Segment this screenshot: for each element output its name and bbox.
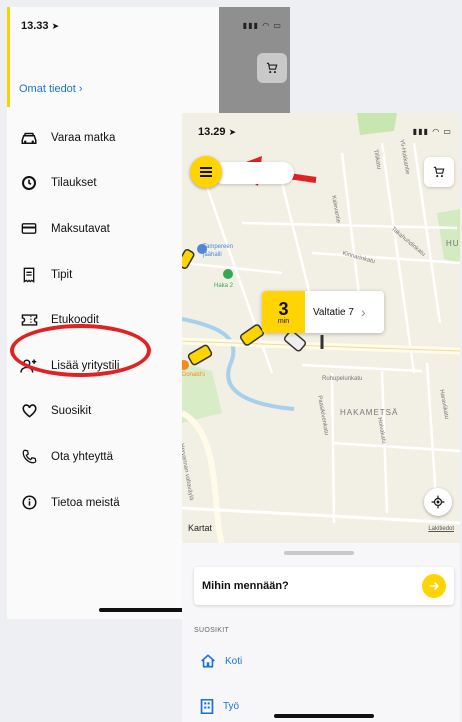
map-screen: Tampereen jäähalli Haka 2 HAKAMETSÄ HUI … — [182, 113, 460, 722]
favorite-item-koti[interactable]: Koti — [200, 654, 242, 668]
favorite-item-tyo[interactable]: Työ — [200, 699, 239, 714]
pickup-address: Valtatie 7 — [313, 306, 354, 318]
map-district-label: HUI — [446, 239, 460, 248]
arrow-right-icon — [429, 581, 440, 591]
favorites-header: SUOSIKIT — [194, 627, 230, 634]
profile-link[interactable]: Omat tiedot › — [19, 83, 83, 95]
bottom-sheet: Mihin mennään? SUOSIKIT Koti Työ — [182, 543, 460, 722]
locate-me-button[interactable] — [424, 488, 452, 516]
phone-icon — [20, 448, 38, 466]
credit-card-icon — [20, 220, 38, 238]
info-icon — [20, 494, 38, 512]
map-place-label: Donald's — [182, 372, 206, 378]
maps-attribution: Kartat — [188, 523, 213, 533]
map-peek: ▮▮▮ ◠ ▭ — [219, 7, 290, 115]
map-place-label: Tampereen — [203, 244, 234, 250]
accent-bar — [7, 7, 10, 107]
location-arrow-icon: ➤ — [51, 21, 60, 31]
hamburger-icon — [200, 167, 212, 177]
chevron-right-icon: › — [360, 304, 366, 320]
composite-screenshot: 13.33 ➤ ▮▮▮ ◠ ▭ Omat tiedot › Varaa matk… — [0, 0, 462, 722]
map-place-label: Haka 2 — [214, 283, 234, 289]
map-road-label: Ruhupelunkatu — [322, 376, 363, 382]
car-icon — [20, 129, 38, 147]
ticket-icon — [20, 311, 38, 329]
heart-icon — [20, 402, 38, 420]
location-arrow-icon: ➤ — [228, 127, 237, 137]
status-bar-time: 13.29 ➤ — [198, 126, 237, 138]
go-button[interactable] — [422, 574, 446, 598]
legal-link[interactable]: Lakitiedot — [428, 526, 454, 532]
cart-button[interactable] — [424, 157, 454, 187]
eta-badge: 3 min — [262, 291, 305, 333]
pickup-eta-card[interactable]: 3 min Valtatie 7 › — [262, 291, 384, 333]
history-icon — [20, 174, 38, 192]
home-icon — [201, 654, 215, 668]
crosshair-icon — [431, 495, 445, 509]
map-district-label: HAKAMETSÄ — [340, 408, 399, 417]
hamburger-menu-button[interactable] — [190, 156, 222, 188]
cart-button[interactable] — [257, 53, 287, 83]
menu-pill — [212, 162, 294, 184]
status-icons: ▮▮▮ ◠ ▭ — [242, 21, 282, 30]
sheet-grabber[interactable] — [284, 551, 354, 555]
status-bar-time: 13.33 ➤ — [21, 20, 60, 32]
cart-icon — [433, 166, 445, 178]
status-icons: ▮▮▮ ◠ ▭ — [412, 127, 452, 136]
building-icon — [200, 699, 214, 714]
add-person-icon — [20, 357, 38, 375]
cart-icon — [266, 62, 278, 74]
destination-search-field[interactable]: Mihin mennään? — [194, 567, 454, 605]
map-place-label: jäähalli — [203, 252, 222, 258]
receipt-icon — [20, 266, 38, 284]
home-indicator — [274, 714, 374, 718]
